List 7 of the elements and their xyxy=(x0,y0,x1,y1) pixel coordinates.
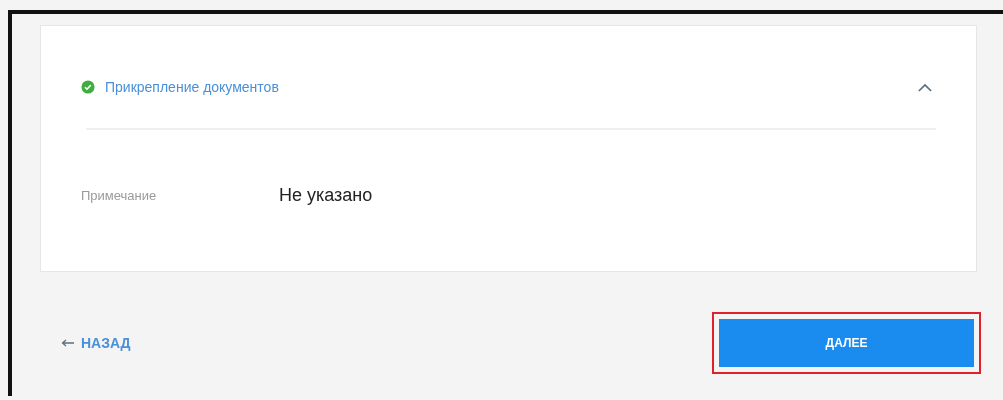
next-button[interactable]: ДАЛЕЕ xyxy=(719,319,974,367)
section-title[interactable]: Прикрепление документов xyxy=(105,79,279,95)
back-link[interactable]: НАЗАД xyxy=(81,335,131,351)
field-label: Примечание xyxy=(81,188,158,203)
field-value: Не указано xyxy=(279,185,373,206)
chevron-up-icon[interactable] xyxy=(918,82,932,92)
arrow-left-icon xyxy=(61,339,75,347)
